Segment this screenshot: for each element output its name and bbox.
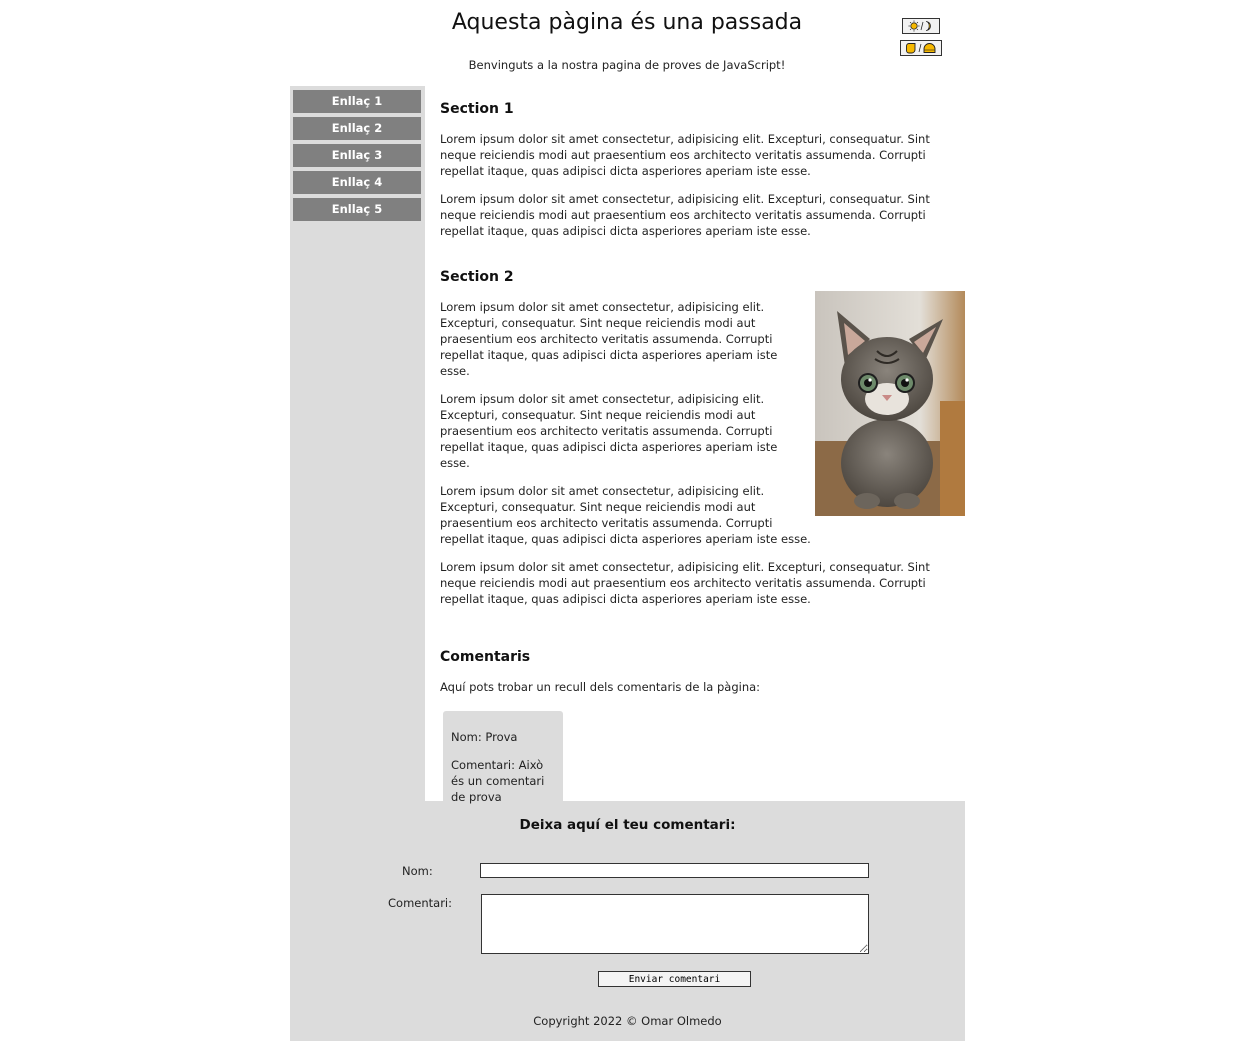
section-1-paragraph: Lorem ipsum dolor sit amet consectetur, … bbox=[440, 132, 930, 178]
comment-text: Comentari: Això és un comentari de prova bbox=[451, 758, 545, 804]
submit-comment-button[interactable]: Enviar comentari bbox=[598, 971, 751, 987]
sidebar-link-3[interactable]: Enllaç 3 bbox=[293, 144, 421, 167]
section-1: Section 1 Lorem ipsum dolor sit amet con… bbox=[440, 101, 965, 239]
comments-title: Comentaris bbox=[440, 649, 531, 665]
copyright: Copyright 2022 © Omar Olmedo bbox=[533, 1014, 722, 1028]
sidebar-link-4[interactable]: Enllaç 4 bbox=[293, 171, 421, 194]
sidebar-link-5[interactable]: Enllaç 5 bbox=[293, 198, 421, 221]
name-label: Nom: bbox=[402, 864, 433, 878]
theme-toggle-button[interactable] bbox=[902, 18, 940, 34]
name-input[interactable] bbox=[480, 863, 869, 878]
sidebar-link-2[interactable]: Enllaç 2 bbox=[293, 117, 421, 140]
comment-textarea[interactable] bbox=[481, 894, 869, 954]
comments-section: Comentaris Aquí pots trobar un recull de… bbox=[440, 649, 965, 819]
main-content: Section 1 Lorem ipsum dolor sit amet con… bbox=[425, 86, 965, 819]
section-1-paragraph: Lorem ipsum dolor sit amet consectetur, … bbox=[440, 192, 930, 238]
comment-label: Comentari: bbox=[388, 896, 452, 910]
section-2-paragraph: Lorem ipsum dolor sit amet consectetur, … bbox=[440, 560, 930, 606]
sidebar-link-1[interactable]: Enllaç 1 bbox=[293, 90, 421, 113]
page-container: Enllaç 1 Enllaç 2 Enllaç 3 Enllaç 4 Enll… bbox=[290, 86, 965, 1041]
shape-toggle-icon bbox=[906, 43, 936, 54]
sidebar: Enllaç 1 Enllaç 2 Enllaç 3 Enllaç 4 Enll… bbox=[293, 90, 421, 225]
comment-author: Nom: Prova bbox=[451, 730, 518, 744]
comment-form: Deixa aquí el teu comentari: Nom: Coment… bbox=[290, 801, 965, 1041]
kitten-photo bbox=[815, 291, 965, 516]
section-2: Section 2 Lorem ipsum dolor sit amet con… bbox=[440, 269, 965, 619]
section-1-title: Section 1 bbox=[440, 101, 514, 117]
page-subtitle: Benvinguts a la nostra pagina de proves … bbox=[468, 58, 786, 72]
sun-moon-icon bbox=[908, 20, 931, 32]
form-title: Deixa aquí el teu comentari: bbox=[519, 817, 736, 833]
page-title: Aquesta pàgina és una passada bbox=[451, 10, 803, 35]
section-2-title: Section 2 bbox=[440, 269, 514, 285]
comments-intro: Aquí pots trobar un recull dels comentar… bbox=[440, 680, 761, 694]
style-toggle-button[interactable] bbox=[900, 40, 942, 56]
